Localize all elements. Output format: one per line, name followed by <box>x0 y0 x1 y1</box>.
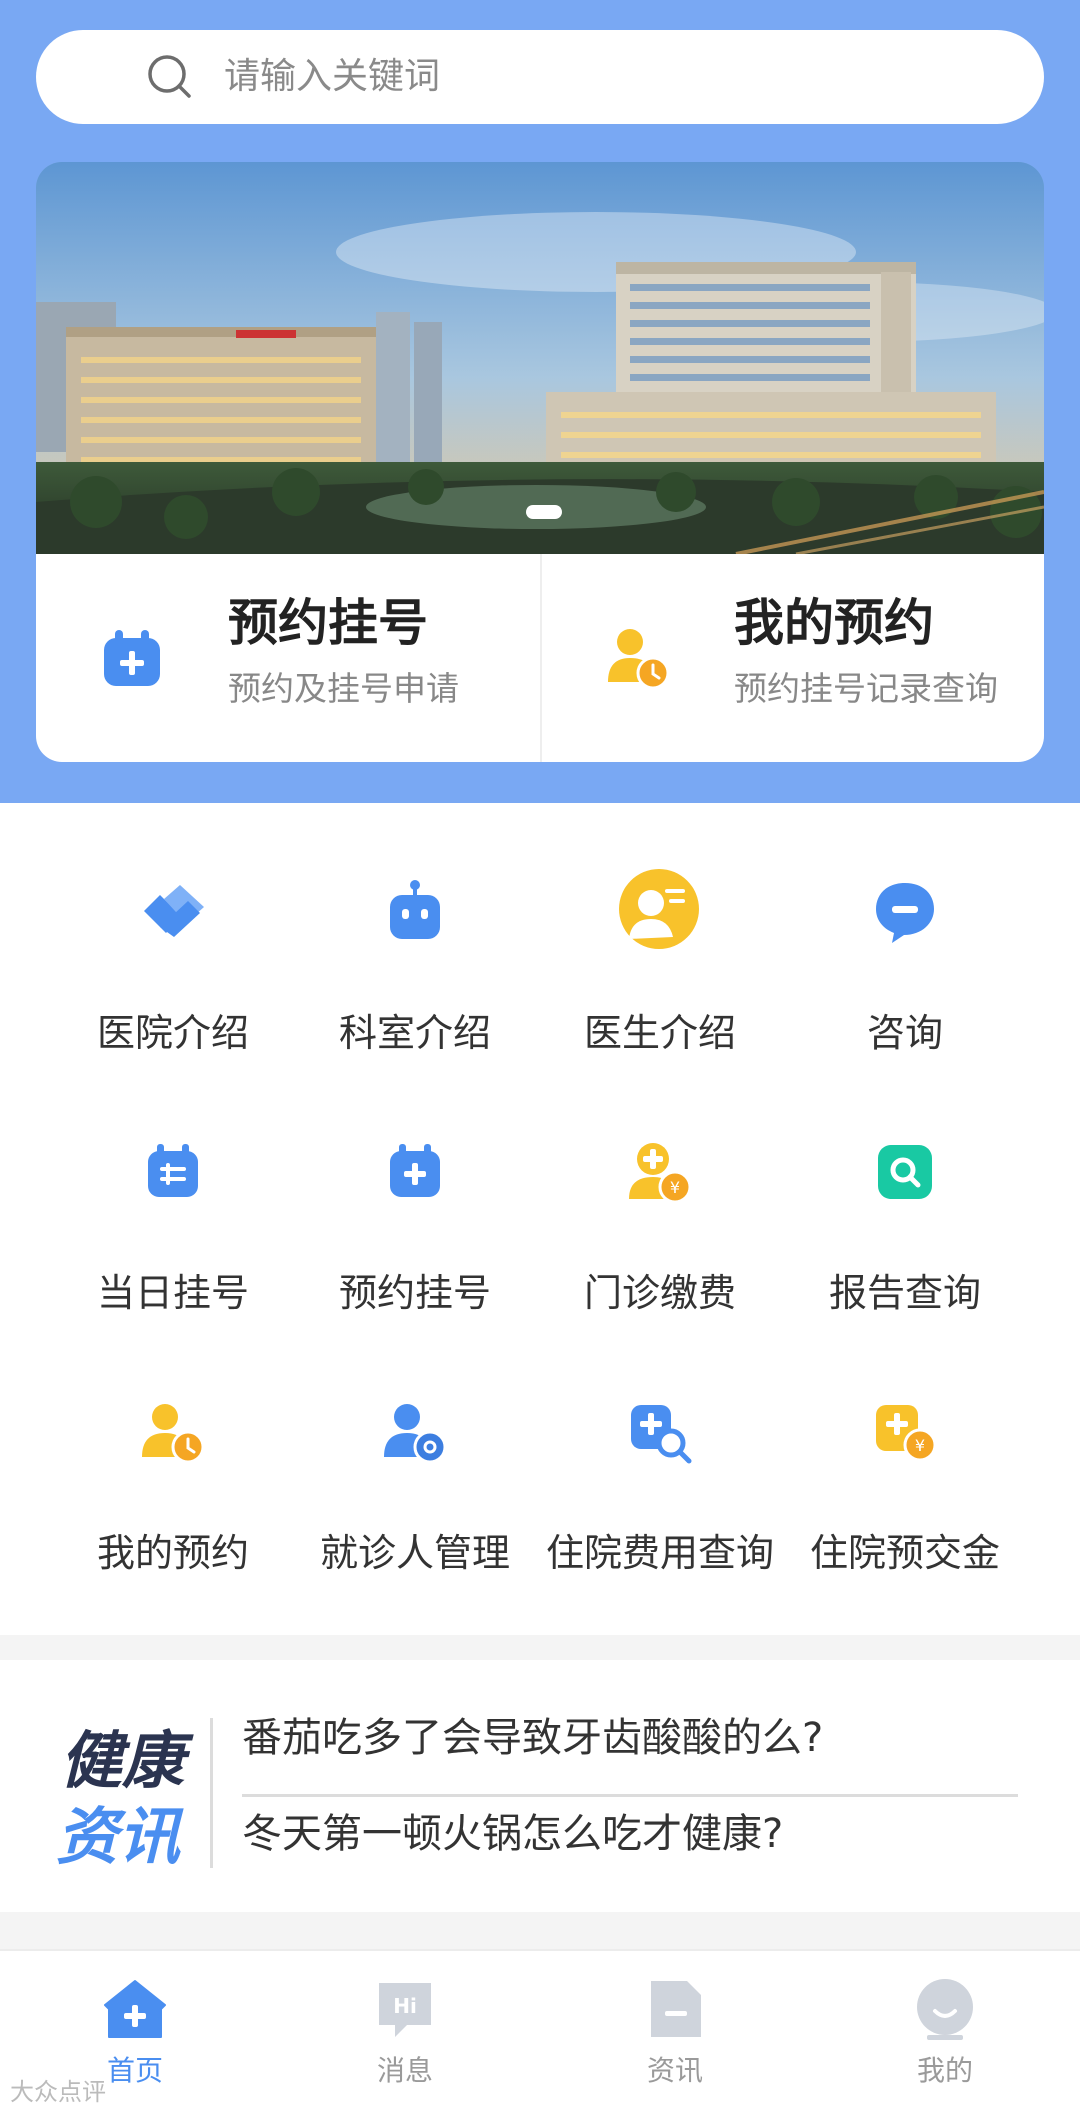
ticket-number-icon <box>148 1144 198 1197</box>
banner-page-indicator[interactable] <box>526 505 562 519</box>
calendar-plus-icon <box>104 630 160 686</box>
quick-action-subtitle: 预约挂号记录查询 <box>734 669 998 708</box>
profile-icon <box>917 1979 973 2040</box>
doctor-avatar-icon <box>619 869 699 949</box>
service-inpatient-fee-query[interactable]: 住院费用查询 <box>525 1381 795 1641</box>
tab-profile[interactable]: 我的 <box>810 1951 1080 2114</box>
health-news-section: 健康 资讯 番茄吃多了会导致牙齿酸酸的么? 冬天第一顿火锅怎么吃才健康? <box>0 1660 1080 1912</box>
person-clock-icon <box>142 1404 205 1464</box>
patient-settings-icon <box>384 1404 447 1464</box>
svg-text:¥: ¥ <box>915 1436 925 1455</box>
service-label: 医生介绍 <box>583 1011 736 1055</box>
search-icon <box>148 55 191 98</box>
quick-action-appointment[interactable]: 预约挂号 预约及挂号申请 <box>36 554 540 762</box>
person-clock-icon <box>608 629 670 690</box>
service-department-intro[interactable]: 科室介绍 <box>280 861 550 1121</box>
service-label: 科室介绍 <box>338 1011 491 1055</box>
report-search-icon <box>878 1145 932 1199</box>
bottom-tab-bar: 首页 Hi 消息 资讯 我的 <box>0 1949 1080 2114</box>
service-consult[interactable]: 咨询 <box>770 861 1040 1121</box>
service-label: 住院预交金 <box>809 1531 1000 1575</box>
service-label: 医院介绍 <box>96 1011 249 1055</box>
outpatient-payment-icon: ¥ <box>629 1143 692 1204</box>
svg-text:Hi: Hi <box>393 1994 417 2018</box>
robot-icon <box>390 880 440 939</box>
tab-label: 我的 <box>916 2054 973 2087</box>
service-grid: 医院介绍 科室介绍 医生介绍 咨询 当日挂号 预约挂号 ¥ 门诊缴费 报告查询 … <box>0 803 1080 1635</box>
service-my-appointments[interactable]: 我的预约 <box>38 1381 308 1641</box>
svg-text:¥: ¥ <box>670 1178 680 1197</box>
service-label: 咨询 <box>866 1011 943 1055</box>
health-news-logo: 健康 资讯 <box>56 1724 194 1870</box>
quick-action-subtitle: 预约及挂号申请 <box>228 669 459 708</box>
watermark: 大众点评 <box>10 2078 106 2106</box>
quick-actions-card: 预约挂号 预约及挂号申请 我的预约 预约挂号记录查询 <box>36 554 1044 762</box>
section-divider <box>0 1912 1080 1949</box>
service-label: 当日挂号 <box>96 1271 249 1315</box>
section-divider <box>0 1635 1080 1660</box>
chat-bubble-icon <box>876 883 934 943</box>
news-item-divider <box>242 1794 1018 1797</box>
news-item[interactable]: 冬天第一顿火锅怎么吃才健康? <box>242 1806 783 1862</box>
svg-text:资讯: 资讯 <box>56 1800 184 1870</box>
svg-text:健康: 健康 <box>60 1724 194 1797</box>
calendar-plus-icon <box>390 1144 440 1197</box>
deposit-yen-icon: ¥ <box>876 1405 937 1462</box>
quick-action-title: 预约挂号 <box>228 594 428 652</box>
service-label: 预约挂号 <box>338 1271 491 1315</box>
service-appointment[interactable]: 预约挂号 <box>280 1121 550 1381</box>
tab-label: 资讯 <box>646 2054 703 2087</box>
service-patient-management[interactable]: 就诊人管理 <box>280 1381 550 1641</box>
service-label: 就诊人管理 <box>319 1531 510 1575</box>
home-icon <box>104 1980 166 2038</box>
service-label: 我的预约 <box>96 1531 249 1575</box>
quick-action-title: 我的预约 <box>734 594 934 652</box>
service-report-query[interactable]: 报告查询 <box>770 1121 1040 1381</box>
service-doctor-intro[interactable]: 医生介绍 <box>525 861 795 1121</box>
service-inpatient-deposit[interactable]: ¥ 住院预交金 <box>770 1381 1040 1641</box>
message-icon: Hi <box>379 1983 431 2037</box>
search-bar[interactable]: 请输入关键词 <box>36 30 1044 124</box>
news-item[interactable]: 番茄吃多了会导致牙齿酸酸的么? <box>242 1710 823 1766</box>
tab-messages[interactable]: Hi 消息 <box>270 1951 540 2114</box>
hospital-tag-icon <box>144 885 204 937</box>
service-label: 报告查询 <box>828 1271 981 1315</box>
hospital-banner-image <box>36 162 1044 554</box>
service-hospital-intro[interactable]: 医院介绍 <box>38 861 308 1121</box>
hospital-banner[interactable] <box>36 162 1044 554</box>
quick-action-my-appointments[interactable]: 我的预约 预约挂号记录查询 <box>540 554 1044 762</box>
inpatient-search-icon <box>631 1405 692 1464</box>
tab-label: 消息 <box>376 2054 433 2087</box>
news-icon <box>651 1981 701 2037</box>
service-outpatient-payment[interactable]: ¥ 门诊缴费 <box>525 1121 795 1381</box>
service-label: 住院费用查询 <box>545 1531 774 1575</box>
service-same-day[interactable]: 当日挂号 <box>38 1121 308 1381</box>
news-logo-divider <box>210 1718 213 1868</box>
tab-news[interactable]: 资讯 <box>540 1951 810 2114</box>
search-input[interactable]: 请输入关键词 <box>224 52 440 102</box>
service-label: 门诊缴费 <box>583 1271 736 1315</box>
